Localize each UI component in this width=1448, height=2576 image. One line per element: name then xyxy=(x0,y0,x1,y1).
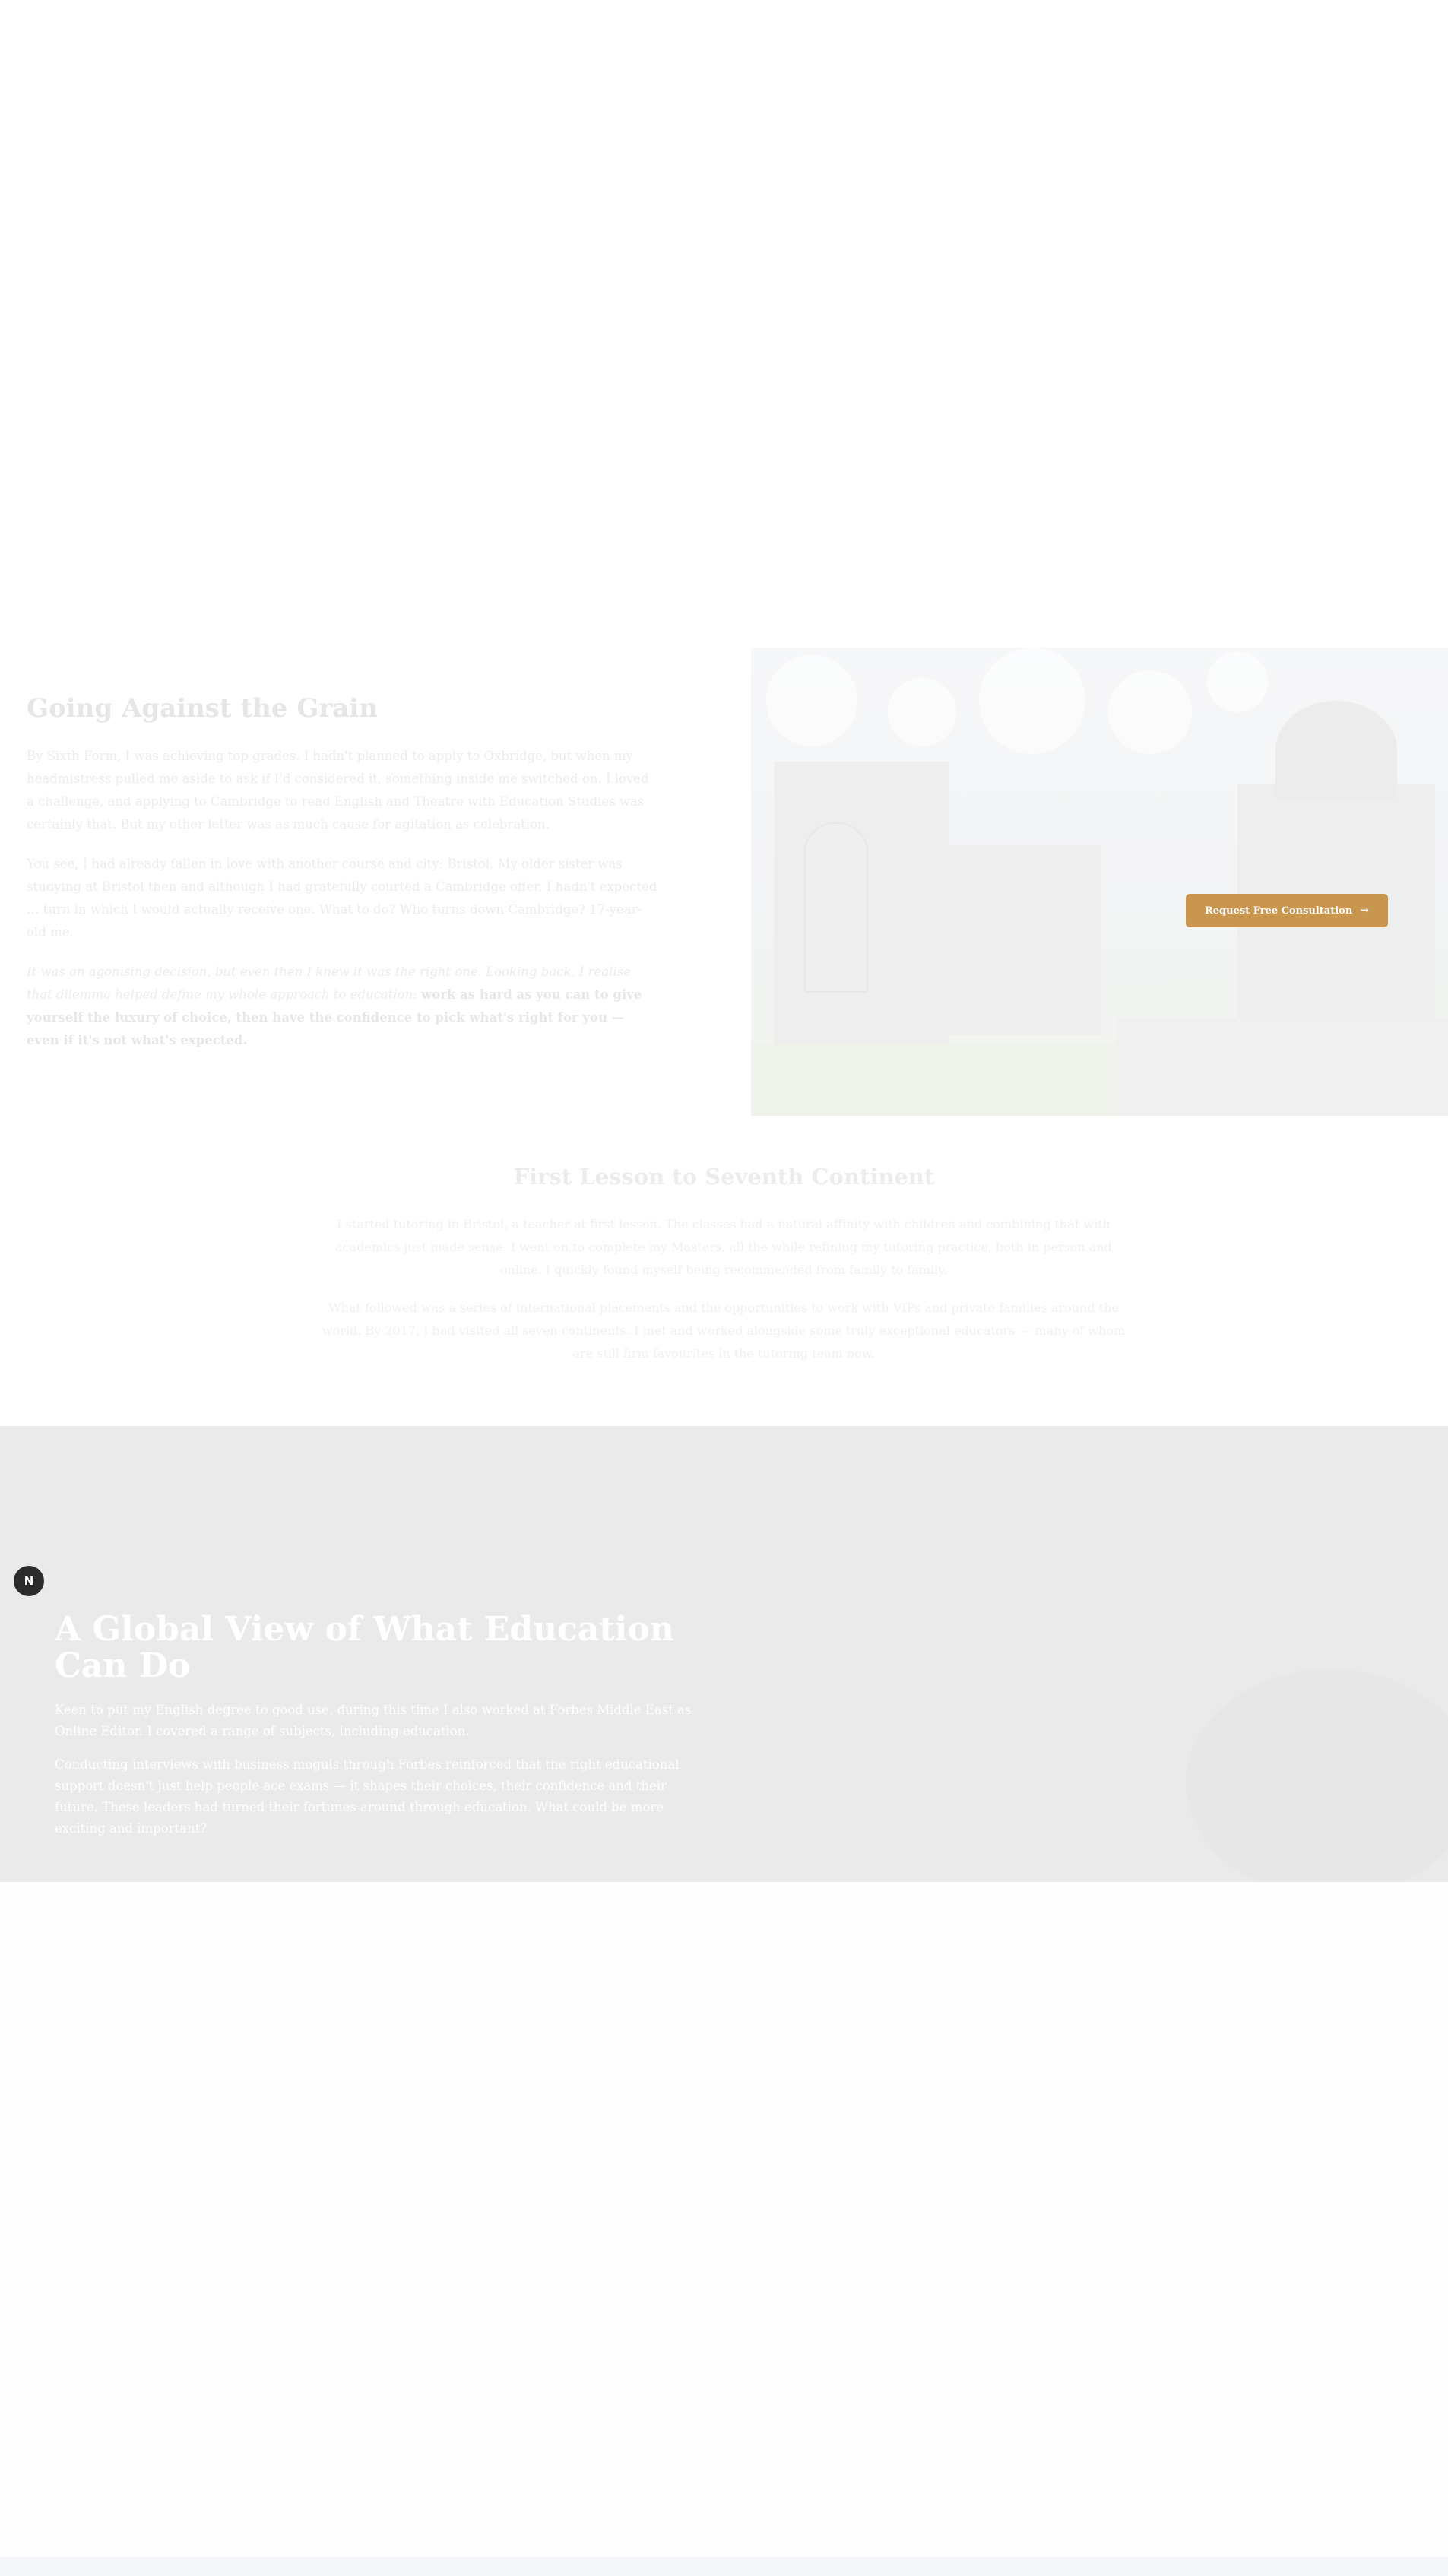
global-heading: A Global View of What Education Can Do xyxy=(55,1610,674,1685)
grain-heading: Going Against the Grain xyxy=(27,693,378,724)
bokeh-light xyxy=(1108,670,1192,754)
lesson-paragraph-1: I started tutoring in Bristol, a teacher… xyxy=(335,1217,1112,1277)
bokeh-light xyxy=(1207,651,1268,712)
bokeh-light xyxy=(888,678,956,746)
lesson-heading: First Lesson to Seventh Continent xyxy=(513,1164,935,1190)
college-building xyxy=(918,845,1101,1035)
first-lesson-section: First Lesson to Seventh Continent I star… xyxy=(0,1116,1448,1426)
going-against-grain-section: Going Against the Grain By Sixth Form, I… xyxy=(0,648,1448,1116)
camera-dome xyxy=(1275,701,1397,800)
global-view-section: N A Global View of What Education Can Do… xyxy=(0,1426,1448,1882)
grain-paragraph-1: By Sixth Form, I was achieving top grade… xyxy=(27,749,649,832)
arrow-right-icon: → xyxy=(1360,905,1370,917)
lower-blank-area xyxy=(0,1882,1448,2557)
global-paragraph-2: Conducting interviews with business mogu… xyxy=(55,1757,680,1836)
bokeh-light xyxy=(979,648,1085,754)
grain-text-column: Going Against the Grain By Sixth Form, I… xyxy=(27,692,657,1069)
global-text-column: A Global View of What Education Can Do K… xyxy=(55,1611,701,1852)
chat-widget-icon[interactable]: N xyxy=(14,1566,44,1596)
university-photo: Request Free Consultation → xyxy=(751,648,1448,1116)
grain-paragraph-3: It was an agonising decision, but even t… xyxy=(27,961,657,1052)
lawn xyxy=(751,1044,1131,1116)
road xyxy=(1116,1017,1448,1116)
request-consultation-button[interactable]: Request Free Consultation → xyxy=(1186,894,1388,927)
top-blank-area xyxy=(0,0,1448,648)
request-consultation-label: Request Free Consultation xyxy=(1204,905,1353,917)
chapel-window xyxy=(804,822,868,993)
background-decoration xyxy=(1186,1669,1448,1882)
global-paragraph-1: Keen to put my English degree to good us… xyxy=(55,1703,692,1738)
lesson-paragraph-2: What followed was a series of internatio… xyxy=(322,1301,1126,1361)
footer-strip xyxy=(0,2557,1448,2576)
grain-paragraph-2: You see, I had already fallen in love wi… xyxy=(27,857,657,939)
bokeh-light xyxy=(766,655,857,746)
